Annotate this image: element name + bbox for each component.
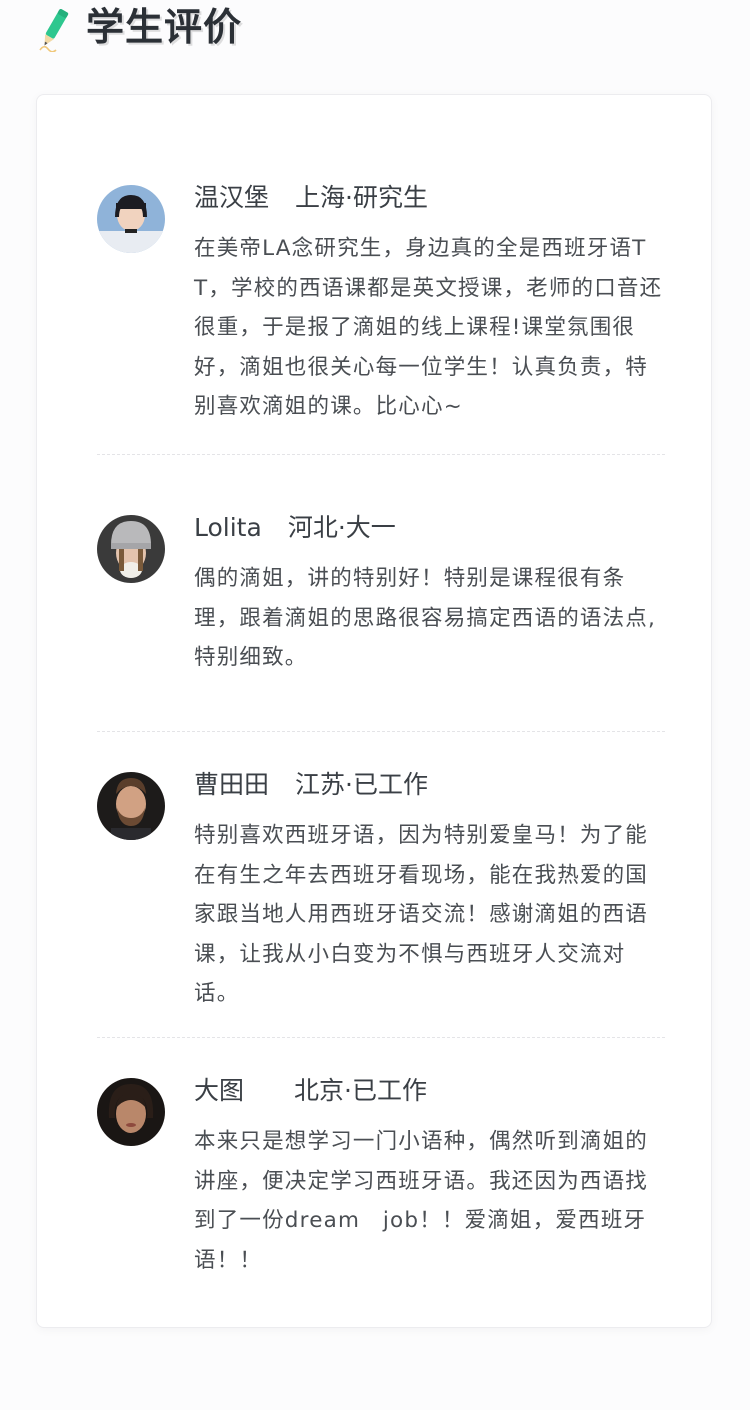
avatar <box>97 1078 165 1146</box>
reviewer-info: Lolita 河北·大一 <box>194 511 396 545</box>
reviewer-info: 温汉堡 上海·研究生 <box>194 181 428 215</box>
review-text: 在美帝LA念研究生，身边真的全是西班牙语TT，学校的西语课都是英文授课，老师的口… <box>194 236 663 419</box>
reviewer-name: 温汉堡 <box>194 183 270 212</box>
review-text: 本来只是想学习一门小语种，偶然听到滴姐的讲座，便决定学习西班牙语。我还因为西语找… <box>194 1129 649 1273</box>
divider <box>97 454 665 455</box>
divider <box>97 1037 665 1038</box>
reviews-card: 温汉堡 上海·研究生 在美帝LA念研究生，身边真的全是西班牙语TT，学校的西语课都… <box>36 94 712 1328</box>
reviewer-name: 大图 <box>194 1076 245 1105</box>
reviewer-info: 大图 北京·已工作 <box>194 1074 427 1108</box>
review-text: 偶的滴姐，讲的特别好！特别是课程很有条理，跟着滴姐的思路很容易搞定西语的语法点,… <box>194 566 657 670</box>
avatar <box>97 185 165 253</box>
reviewer-location: 北京·已工作 <box>294 1076 427 1105</box>
section-header: 学生评价 <box>0 0 750 60</box>
reviewer-location: 河北·大一 <box>287 513 396 542</box>
reviewer-info: 曹田田 江苏·已工作 <box>194 768 428 802</box>
pencil-icon <box>39 9 69 52</box>
divider <box>97 731 665 732</box>
reviewer-location: 上海·研究生 <box>295 183 428 212</box>
avatar <box>97 772 165 840</box>
reviewer-location: 江苏·已工作 <box>295 770 428 799</box>
page-title: 学生评价 <box>86 5 243 49</box>
reviewer-name: Lolita <box>194 513 262 542</box>
reviewer-name: 曹田田 <box>194 770 270 799</box>
avatar <box>97 515 165 583</box>
review-text: 特别喜欢西班牙语，因为特别爱皇马！为了能在有生之年去西班牙看现场，能在我热爱的国… <box>194 823 649 1006</box>
